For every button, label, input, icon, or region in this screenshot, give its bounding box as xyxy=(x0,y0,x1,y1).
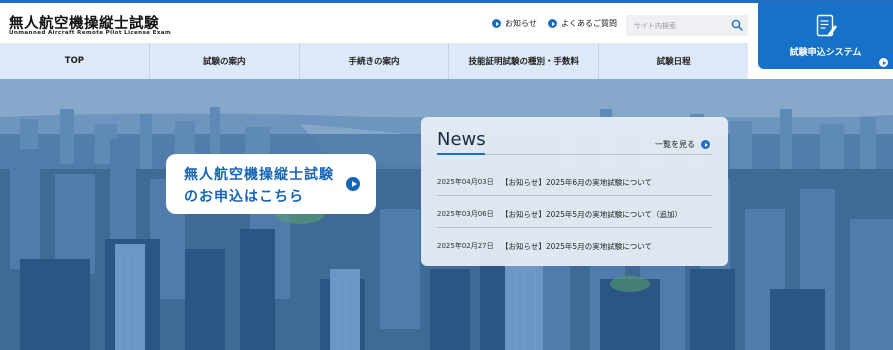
news-item-date: 2025年02月27日 xyxy=(437,242,494,250)
arrow-circle-icon xyxy=(879,58,888,67)
apply-system-button[interactable]: 試験申込システム xyxy=(758,3,893,69)
news-more-label: 一覧を見る xyxy=(655,140,695,149)
header-link-news[interactable]: お知らせ xyxy=(492,18,537,29)
hero-apply-cta[interactable]: 無人航空機操縦士試験 のお申込はこちら xyxy=(166,154,376,214)
site-search xyxy=(626,15,748,36)
application-form-icon xyxy=(816,14,837,37)
news-divider xyxy=(485,153,712,155)
site-header: 無人航空機操縦士試験 Unmanned Aircraft Remote Pilo… xyxy=(0,3,758,43)
main-nav: TOP 試験の案内 手続きの案内 技能証明試験の種別・手数料 試験日程 xyxy=(0,43,748,79)
news-panel: News 一覧を見る 2025年04月03日 【お知らせ】2025年6月の実地試… xyxy=(421,117,728,266)
news-item[interactable]: 2025年04月03日 【お知らせ】2025年6月の実地試験について xyxy=(437,165,712,196)
news-item-title: 【お知らせ】2025年5月の実地試験について（追加） xyxy=(501,210,682,219)
news-item-date: 2025年04月03日 xyxy=(437,178,494,186)
news-item-title: 【お知らせ】2025年5月の実地試験について xyxy=(501,242,652,251)
nav-item-procedures[interactable]: 手続きの案内 xyxy=(300,43,450,79)
news-more-link[interactable]: 一覧を見る xyxy=(655,139,710,150)
news-item-title: 【お知らせ】2025年6月の実地試験について xyxy=(501,178,652,187)
nav-item-schedule[interactable]: 試験日程 xyxy=(599,43,748,79)
header-link-label: よくあるご質問 xyxy=(561,19,617,28)
news-item[interactable]: 2025年02月27日 【お知らせ】2025年5月の実地試験について xyxy=(437,229,712,260)
news-heading: News xyxy=(437,129,486,150)
header-link-faq[interactable]: よくあるご質問 xyxy=(548,18,617,29)
arrow-circle-icon xyxy=(492,19,501,28)
arrow-circle-icon xyxy=(346,177,360,191)
search-icon[interactable] xyxy=(731,19,743,31)
nav-item-top[interactable]: TOP xyxy=(0,43,150,79)
nav-item-types-fees[interactable]: 技能証明試験の種別・手数料 xyxy=(449,43,600,79)
header-link-label: お知らせ xyxy=(505,19,537,28)
arrow-circle-icon xyxy=(548,19,557,28)
arrow-circle-icon xyxy=(701,140,710,149)
cta-line-2: のお申込はこちら xyxy=(184,189,304,205)
apply-system-label: 試験申込システム xyxy=(789,48,862,58)
site-logo-subtitle: Unmanned Aircraft Remote Pilot License E… xyxy=(9,30,172,36)
cta-line-1: 無人航空機操縦士試験 xyxy=(184,167,334,183)
nav-item-exam-guide[interactable]: 試験の案内 xyxy=(150,43,300,79)
search-input[interactable] xyxy=(632,17,727,34)
news-item[interactable]: 2025年03月06日 【お知らせ】2025年5月の実地試験について（追加） xyxy=(437,197,712,228)
news-item-date: 2025年03月06日 xyxy=(437,210,494,218)
news-heading-underline xyxy=(437,153,485,155)
